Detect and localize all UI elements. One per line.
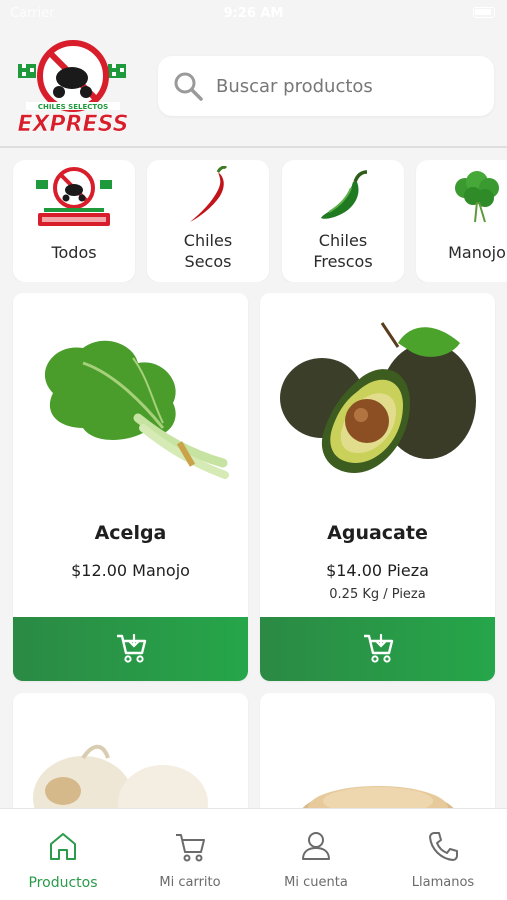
- add-to-cart-icon: [361, 631, 395, 668]
- tab-llamanos[interactable]: Llamanos: [380, 809, 506, 900]
- category-chiles-frescos[interactable]: Chiles Frescos: [282, 160, 404, 282]
- tab-label: Productos: [28, 875, 98, 891]
- tab-productos[interactable]: Productos: [0, 809, 126, 900]
- category-label-line: Chiles: [183, 231, 233, 250]
- home-icon: [0, 829, 126, 865]
- user-icon: [253, 829, 379, 865]
- green-chili-icon: [282, 166, 404, 228]
- red-chili-icon: [147, 166, 269, 228]
- product-card-aguacate[interactable]: Aguacate $14.00 Pieza 0.25 Kg / Pieza: [260, 293, 495, 681]
- tab-label: Mi cuenta: [284, 875, 348, 890]
- product-weight: 0.25 Kg / Pieza: [329, 587, 426, 602]
- battery-icon: [473, 7, 495, 18]
- category-label: Todos: [51, 243, 97, 262]
- category-label: Manojo: [448, 243, 506, 262]
- search-input[interactable]: [216, 68, 476, 104]
- product-name: Acelga: [94, 522, 167, 544]
- add-to-cart-button[interactable]: [260, 617, 495, 681]
- product-card-acelga[interactable]: Acelga $12.00 Manojo: [13, 293, 248, 681]
- chard-icon: [13, 303, 248, 503]
- category-manojo[interactable]: Manojo: [416, 160, 507, 282]
- product-card-ajo[interactable]: [13, 693, 248, 813]
- brand-line2: EXPRESS: [18, 112, 129, 137]
- category-label-line: Chiles: [318, 231, 368, 250]
- add-to-cart-icon: [114, 631, 148, 668]
- phone-icon: [380, 829, 506, 865]
- add-to-cart-button[interactable]: [13, 617, 248, 681]
- status-time: 9:26 AM: [223, 6, 284, 21]
- brand-line1: CHILES SELECTOS: [38, 103, 108, 111]
- cart-icon: [127, 829, 253, 865]
- category-label: Chiles Frescos: [282, 230, 404, 272]
- category-label: Chiles Secos: [147, 230, 269, 272]
- category-todos[interactable]: Todos: [13, 160, 135, 282]
- product-price: $14.00 Pieza: [326, 561, 429, 580]
- parsley-icon: [416, 166, 507, 228]
- search-icon[interactable]: [172, 70, 204, 102]
- tab-mi-cuenta[interactable]: Mi cuenta: [253, 809, 379, 900]
- product-card-ajonjoli[interactable]: [260, 693, 495, 813]
- category-label-line: Secos: [184, 252, 232, 271]
- tab-label: Llamanos: [411, 875, 475, 890]
- app-header: CHILES SELECTOS EXPRESS: [0, 28, 507, 148]
- brand-logo-icon: [13, 166, 135, 228]
- bottom-tab-bar: Productos Mi carrito Mi cuenta Llamanos: [0, 808, 507, 900]
- category-label-line: Frescos: [313, 252, 373, 271]
- tab-mi-carrito[interactable]: Mi carrito: [127, 809, 253, 900]
- status-bar: Carrier 9:26 AM: [0, 0, 507, 28]
- category-list: Todos Chiles Secos Chiles Frescos Manojo: [0, 160, 507, 282]
- search-bar[interactable]: [158, 56, 494, 116]
- tab-label: Mi carrito: [159, 875, 221, 890]
- product-grid: Acelga $12.00 Manojo Aguacate $14.00 Pie…: [0, 293, 507, 813]
- garlic-icon: [13, 703, 248, 813]
- brand-logo[interactable]: CHILES SELECTOS EXPRESS: [14, 36, 132, 138]
- category-chiles-secos[interactable]: Chiles Secos: [147, 160, 269, 282]
- avocado-icon: [260, 303, 495, 503]
- product-price: $12.00 Manojo: [71, 561, 190, 580]
- sesame-icon: [260, 703, 495, 813]
- product-name: Aguacate: [327, 522, 428, 544]
